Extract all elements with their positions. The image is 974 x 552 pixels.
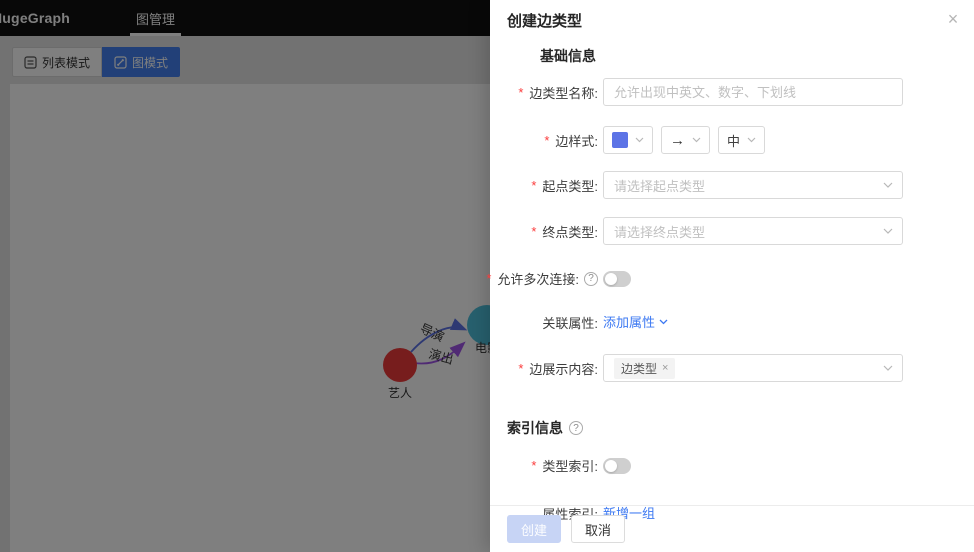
edge-type-name-input[interactable] — [603, 78, 903, 106]
basic-info-section-title: 基础信息 — [540, 46, 957, 66]
tag-label: 边类型 — [621, 361, 658, 376]
drawer-body: 基础信息 *边类型名称: *边样式: — [486, 46, 974, 523]
multi-connect-label: * 允许多次连接: ? — [486, 269, 598, 288]
chevron-down-icon — [659, 319, 668, 324]
source-type-placeholder: 请选择起点类型 — [614, 178, 706, 194]
help-icon[interactable]: ? — [584, 271, 598, 286]
selected-tag: 边类型 × — [614, 357, 676, 379]
add-property-link[interactable]: 添加属性 — [603, 312, 668, 331]
field-edge-style: * 边样式: → 中 — [507, 126, 957, 154]
drawer-title: 创建边类型 — [507, 13, 583, 30]
field-display-content: * 边展示内容: 边类型 × — [507, 354, 957, 382]
index-info-section-title: 索引信息 ? — [507, 418, 957, 438]
target-type-placeholder: 请选择终点类型 — [614, 224, 706, 240]
field-type-index: * 类型索引: — [507, 456, 957, 475]
edge-thickness-value: 中 — [727, 133, 741, 149]
edge-style-label: * 边样式: — [544, 132, 598, 149]
required-mark: * — [486, 271, 492, 286]
display-content-multiselect[interactable]: 边类型 × — [603, 354, 903, 382]
required-mark: * — [544, 132, 550, 148]
display-content-label: * 边展示内容: — [518, 360, 598, 377]
required-mark: * — [531, 223, 537, 239]
app-window: HugeGraph 图管理 列表模式 — [0, 0, 974, 552]
source-type-label: * 起点类型: — [531, 177, 598, 194]
field-target-type: * 终点类型: 请选择终点类型 — [507, 217, 957, 245]
chevron-down-icon — [635, 137, 644, 143]
chevron-down-icon — [883, 228, 893, 234]
field-multi-connect: * 允许多次连接: ? — [486, 269, 957, 288]
create-edge-type-drawer: 创建边类型 × 基础信息 *边类型名称: *边样式: — [486, 0, 974, 552]
field-assoc-props: 关联属性: 添加属性 — [507, 312, 957, 332]
required-mark: * — [531, 458, 537, 473]
multi-connect-toggle[interactable] — [603, 270, 631, 287]
create-button[interactable]: 创建 — [507, 515, 562, 543]
basic-info-label: 基础信息 — [540, 48, 596, 64]
chevron-down-icon — [692, 137, 701, 143]
edge-style-controls: → 中 — [603, 126, 903, 154]
arrow-right-icon: → — [670, 131, 685, 149]
help-icon[interactable]: ? — [569, 421, 583, 435]
tag-remove-icon[interactable]: × — [662, 362, 668, 374]
drawer-footer: 创建 取消 — [490, 505, 974, 552]
edge-type-name-label: * 边类型名称: — [518, 84, 598, 101]
index-info-label: 索引信息 — [507, 420, 563, 436]
close-icon[interactable]: × — [944, 10, 962, 28]
field-source-type: * 起点类型: 请选择起点类型 — [507, 171, 957, 199]
type-index-toggle[interactable] — [603, 457, 631, 474]
edge-color-swatch — [612, 132, 628, 148]
edge-thickness-dropdown[interactable]: 中 — [718, 126, 766, 154]
type-index-label: * 类型索引: — [531, 458, 598, 474]
cancel-button[interactable]: 取消 — [571, 515, 626, 543]
assoc-props-label: 关联属性: — [542, 315, 598, 331]
target-type-label: * 终点类型: — [531, 223, 598, 240]
source-type-select[interactable]: 请选择起点类型 — [603, 171, 903, 199]
edge-color-dropdown[interactable] — [603, 126, 653, 154]
field-edge-type-name: * 边类型名称: — [507, 78, 957, 106]
target-type-select[interactable]: 请选择终点类型 — [603, 217, 903, 245]
add-property-label: 添加属性 — [603, 315, 656, 330]
required-mark: * — [531, 177, 537, 193]
required-mark: * — [518, 360, 524, 376]
chevron-down-icon — [883, 365, 893, 371]
chevron-down-icon — [883, 182, 893, 188]
chevron-down-icon — [747, 137, 756, 143]
required-mark: * — [518, 84, 524, 100]
edge-arrow-dropdown[interactable]: → — [661, 126, 710, 154]
